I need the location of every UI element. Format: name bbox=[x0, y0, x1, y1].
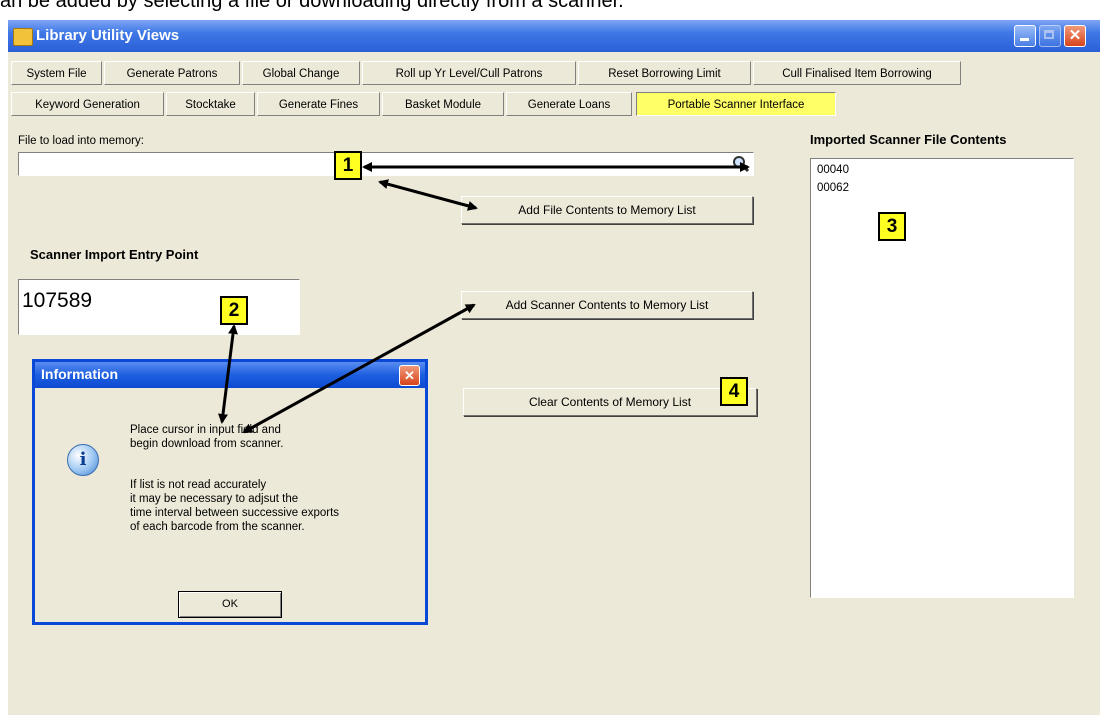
app-window: Library Utility Views System File Genera… bbox=[8, 20, 1100, 715]
arrow-2-to-dialog bbox=[218, 324, 238, 424]
caption-text: an be added by selecting a file or downl… bbox=[0, 0, 624, 12]
arrow-scanner-to-dialog bbox=[242, 303, 476, 434]
annotation-arrows bbox=[218, 162, 750, 434]
arrow-1-to-add-file bbox=[378, 179, 478, 211]
